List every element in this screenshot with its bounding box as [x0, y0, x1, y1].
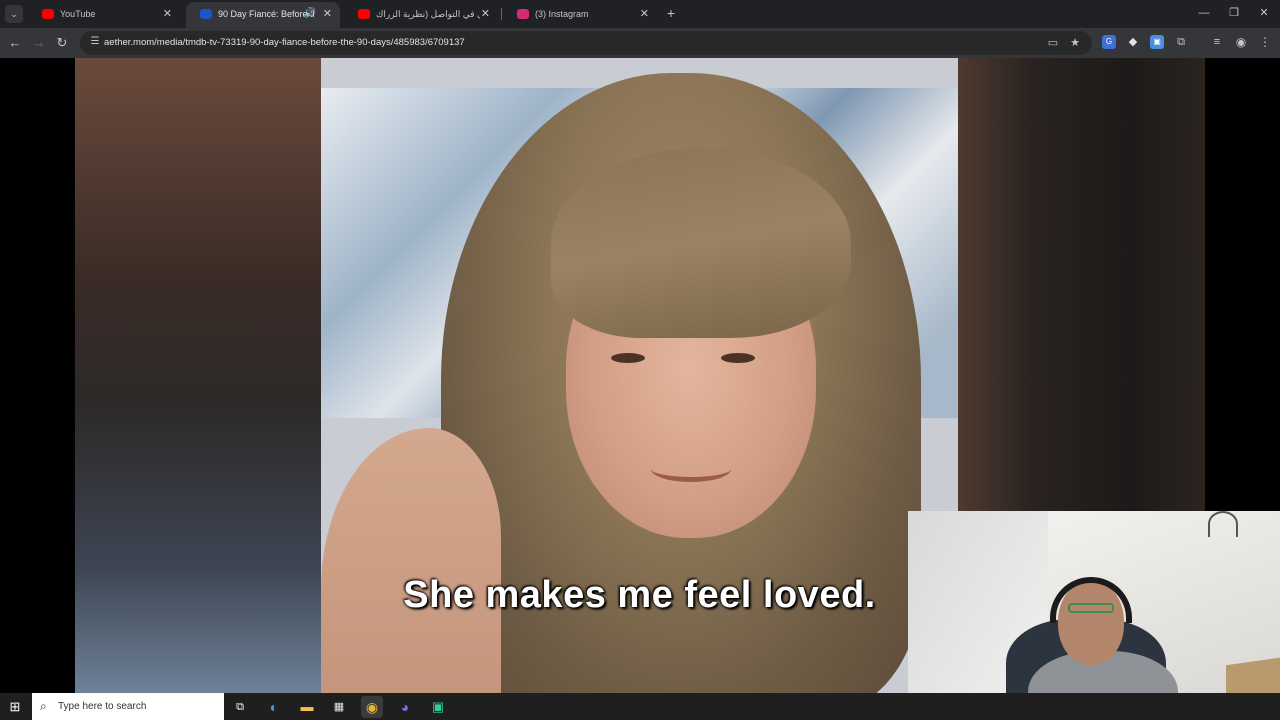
tab-arabic-video[interactable]: مشكل في التواصل (نظرية الزراك ✕: [344, 2, 498, 28]
close-icon: ✕: [1259, 7, 1269, 19]
tab-title: 90 Day Fiancé: Before the 9: [218, 9, 314, 19]
extension-image-icon[interactable]: ▣: [1150, 35, 1164, 49]
bookmark-star-icon[interactable]: ★: [1068, 36, 1082, 50]
extension-diamond-icon[interactable]: ◆: [1126, 35, 1140, 49]
profile-icon[interactable]: ◉: [1234, 35, 1248, 49]
menu-dots-icon[interactable]: ⋮: [1258, 35, 1272, 49]
tab-youtube[interactable]: YouTube ✕: [28, 2, 180, 28]
minimize-icon: —: [1198, 7, 1210, 19]
discord-icon[interactable]: ◕: [394, 696, 416, 718]
toolbar: ← → ↻ ☰ aether.mom/media/tmdb-tv-73319-9…: [0, 28, 1280, 58]
store-icon[interactable]: ▦: [328, 696, 350, 718]
file-explorer-icon[interactable]: ▬: [296, 696, 318, 718]
video-subtitle: She makes me feel loved.: [403, 574, 876, 616]
shoulder-image: [321, 428, 501, 693]
cast-icon[interactable]: ▭: [1046, 36, 1060, 50]
forward-button[interactable]: →: [30, 34, 48, 52]
tab-title: (3) Instagram: [535, 9, 589, 19]
reload-icon: ↻: [56, 35, 68, 50]
youtube-icon: [358, 9, 370, 19]
task-view-icon[interactable]: ⧉: [229, 696, 251, 718]
taskbar-search-box[interactable]: ⌕ Type here to search: [32, 693, 224, 720]
chevron-down-icon: ⌄: [10, 9, 18, 19]
browser-window: ⌄ YouTube ✕ 90 Day Fiancé: Before the 9 …: [0, 0, 1280, 58]
tab-separator: [501, 8, 502, 20]
back-button[interactable]: ←: [6, 34, 24, 52]
webcam-overlay: [908, 511, 1280, 720]
smile: [651, 456, 731, 482]
address-bar[interactable]: ☰ aether.mom/media/tmdb-tv-73319-90-day-…: [80, 31, 1092, 55]
eye-left: [611, 353, 645, 363]
search-icon: ⌕: [40, 699, 47, 713]
tab-90-day-fiance[interactable]: 90 Day Fiancé: Before the 9 🔊 ✕: [186, 2, 340, 28]
reading-list-icon[interactable]: ≡: [1210, 35, 1224, 49]
minimize-button[interactable]: —: [1193, 4, 1215, 22]
taskbar: ⊞ ⌕ Type here to search ⧉ ◐ ▬ ▦ ◉ ◕ ▣: [0, 693, 1280, 720]
tab-instagram[interactable]: (3) Instagram ✕: [503, 2, 657, 28]
reload-button[interactable]: ↻: [53, 34, 71, 52]
site-icon: [200, 9, 212, 19]
close-icon[interactable]: ✕: [163, 2, 172, 26]
glasses-icon: [1068, 603, 1114, 613]
close-icon[interactable]: ✕: [481, 2, 490, 26]
tab-search-button[interactable]: ⌄: [5, 5, 23, 23]
tab-title: مشكل في التواصل (نظرية الزراك: [376, 9, 480, 19]
eye-right: [721, 353, 755, 363]
edge-icon[interactable]: ◐: [263, 696, 285, 718]
chrome-icon[interactable]: ◉: [361, 696, 383, 718]
restore-icon: ❐: [1229, 7, 1239, 19]
extensions-puzzle-icon[interactable]: ⧉: [1174, 35, 1188, 49]
bangs-image: [551, 148, 851, 338]
app-icon[interactable]: ▣: [427, 696, 449, 718]
plus-icon: +: [666, 5, 676, 21]
instagram-icon: [517, 9, 529, 19]
search-placeholder: Type here to search: [58, 701, 147, 712]
video-frame[interactable]: She makes me feel loved.: [321, 58, 958, 693]
windows-start-icon[interactable]: ⊞: [6, 698, 24, 716]
forward-arrow-icon: →: [32, 35, 46, 50]
close-window-button[interactable]: ✕: [1253, 4, 1275, 22]
tab-strip: ⌄ YouTube ✕ 90 Day Fiancé: Before the 9 …: [0, 0, 1280, 28]
site-info-icon[interactable]: ☰: [88, 35, 102, 49]
close-icon[interactable]: ✕: [640, 2, 649, 26]
restore-button[interactable]: ❐: [1223, 4, 1245, 22]
blurred-background-left: [75, 58, 321, 693]
youtube-icon: [42, 9, 54, 19]
speaker-icon[interactable]: 🔊: [304, 2, 316, 26]
close-icon[interactable]: ✕: [323, 2, 332, 26]
webcam-light-fixture: [1208, 511, 1238, 537]
blurred-background-right: [958, 58, 1205, 518]
new-tab-button[interactable]: +: [663, 4, 679, 22]
translate-extension-icon[interactable]: G: [1102, 35, 1116, 49]
back-arrow-icon: ←: [8, 35, 22, 50]
url-text[interactable]: aether.mom/media/tmdb-tv-73319-90-day-fi…: [104, 31, 465, 55]
